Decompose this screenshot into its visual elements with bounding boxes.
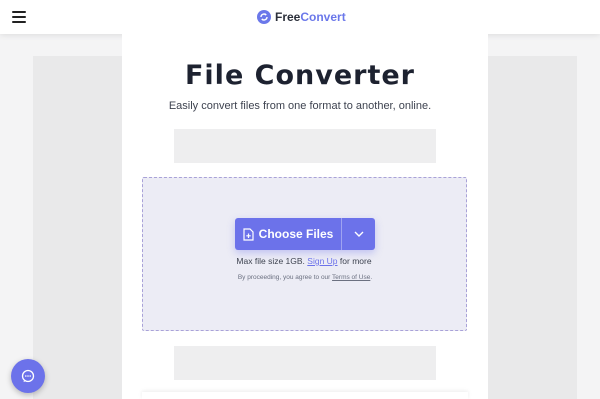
- choose-files-label: Choose Files: [258, 227, 334, 241]
- freeconvert-logo-icon: [257, 10, 271, 24]
- choose-files-button-group: Choose Files: [235, 218, 375, 250]
- brand-name-part2: Convert: [300, 10, 346, 24]
- terms-suffix: .: [370, 274, 373, 281]
- brand-name: FreeConvert: [275, 10, 346, 24]
- chevron-down-icon: [354, 231, 363, 237]
- hamburger-line: [12, 11, 26, 13]
- brand-name-part1: Free: [275, 10, 301, 24]
- top-ad-slot: [174, 129, 436, 163]
- hamburger-line: [12, 16, 26, 18]
- chat-bubble-icon: [21, 369, 35, 383]
- file-size-limit-text: Max file size 1GB. Sign Up for more: [0, 256, 600, 266]
- hamburger-menu-icon[interactable]: [12, 11, 26, 23]
- sign-up-link[interactable]: Sign Up: [307, 256, 337, 266]
- limit-suffix: for more: [339, 256, 372, 266]
- bottom-content-card: [142, 392, 468, 399]
- choose-source-dropdown[interactable]: [342, 218, 375, 250]
- file-add-icon: [243, 227, 254, 241]
- terms-of-use-link[interactable]: Terms of Use: [332, 274, 370, 281]
- terms-notice: By proceeding, you agree to our Terms of…: [0, 274, 600, 281]
- terms-prefix: By proceeding, you agree to our: [237, 274, 331, 281]
- brand-logo-link[interactable]: FreeConvert: [257, 9, 346, 25]
- hamburger-line: [12, 21, 26, 23]
- page-subtitle: Easily convert files from one format to …: [168, 100, 432, 112]
- page-title: File Converter: [184, 60, 415, 91]
- top-navbar: FreeConvert: [0, 0, 600, 34]
- file-dropzone[interactable]: [142, 177, 467, 331]
- bottom-ad-slot: [174, 346, 436, 380]
- choose-files-button[interactable]: Choose Files: [235, 218, 341, 250]
- chat-button[interactable]: [11, 359, 45, 393]
- limit-prefix: Max file size 1GB.: [236, 256, 305, 266]
